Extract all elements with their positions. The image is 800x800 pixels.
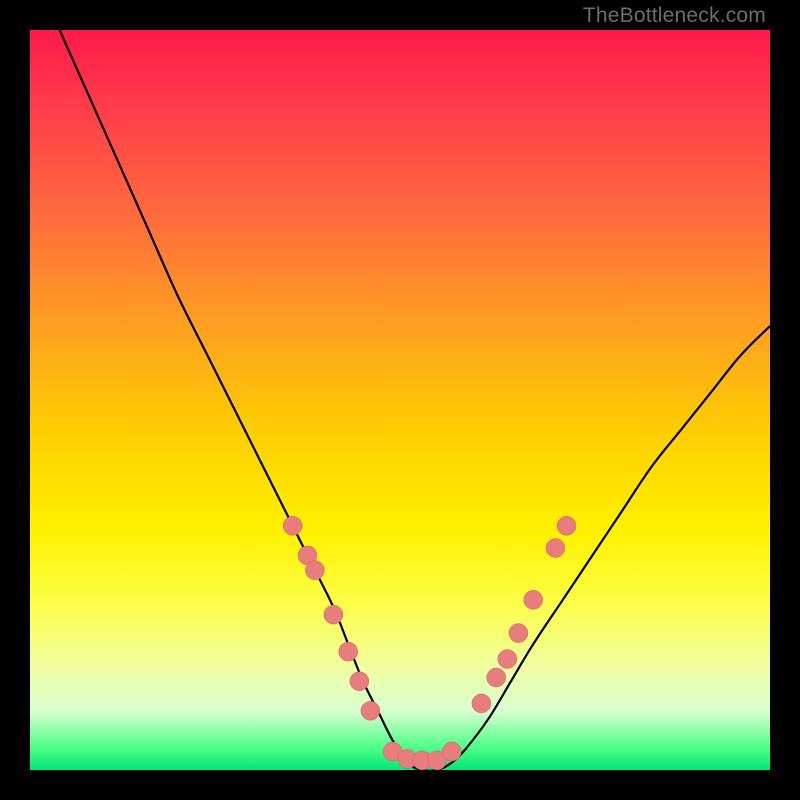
curve-marker <box>361 701 380 720</box>
curve-marker <box>350 672 369 691</box>
plot-area <box>30 30 770 770</box>
curve-markers <box>283 516 576 770</box>
curve-marker <box>498 650 517 669</box>
curve-marker <box>324 605 343 624</box>
curve-marker <box>305 561 324 580</box>
curve-marker <box>283 516 302 535</box>
curve-marker <box>442 742 461 761</box>
curve-marker <box>557 516 576 535</box>
chart-frame: TheBottleneck.com <box>0 0 800 800</box>
curve-marker <box>472 694 491 713</box>
curve-marker <box>487 668 506 687</box>
curve-layer <box>30 30 770 770</box>
curve-marker <box>524 590 543 609</box>
curve-marker <box>339 642 358 661</box>
curve-marker <box>546 539 565 558</box>
bottleneck-curve <box>60 30 770 770</box>
watermark-text: TheBottleneck.com <box>583 4 766 28</box>
curve-marker <box>509 624 528 643</box>
